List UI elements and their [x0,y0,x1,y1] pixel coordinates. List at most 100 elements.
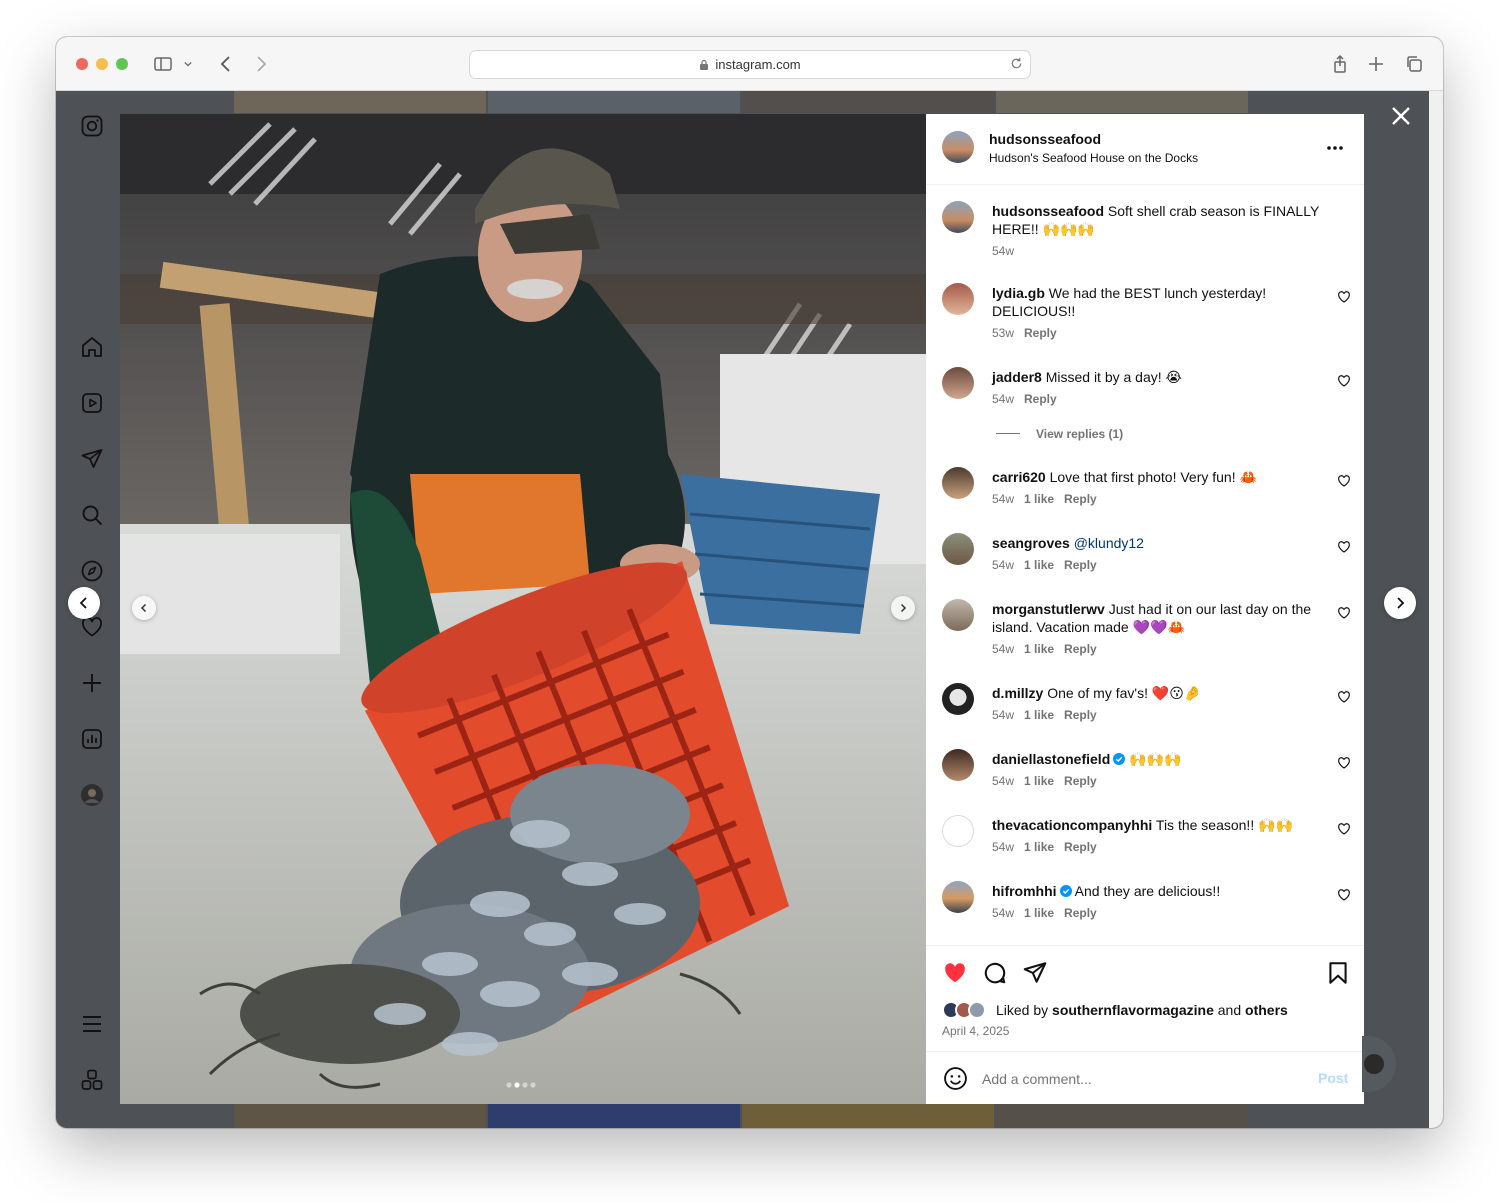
background-post-thumbnail[interactable] [234,91,486,113]
commenter-avatar[interactable] [942,599,974,631]
comment-username[interactable]: daniellastonefield [992,751,1110,767]
liked-by-avatars[interactable] [942,1000,994,1020]
comment-mention-link[interactable]: @klundy12 [1074,535,1144,551]
comment-username[interactable]: morganstutlerwv [992,601,1105,617]
liked-heart-icon[interactable] [942,960,968,986]
close-window-button[interactable] [76,58,88,70]
commenter-avatar[interactable] [942,683,974,715]
comment-username[interactable]: carri620 [992,469,1046,485]
comment-username[interactable]: thevacationcompanyhhi [992,817,1152,833]
messages-icon[interactable] [78,445,106,473]
sidebar-toggle-icon[interactable] [150,51,176,77]
like-comment-heart-icon[interactable] [1337,606,1351,620]
reply-button[interactable]: Reply [1064,558,1097,572]
reply-button[interactable]: Reply [1064,906,1097,920]
create-plus-icon[interactable] [78,669,106,697]
commenter-avatar[interactable] [942,367,974,399]
reply-button[interactable]: Reply [1064,642,1097,656]
reload-icon[interactable] [1009,56,1024,71]
like-comment-heart-icon[interactable] [1337,690,1351,704]
commenter-avatar[interactable] [942,749,974,781]
post-location[interactable]: Hudson's Seafood House on the Docks [989,151,1198,165]
like-comment-heart-icon[interactable] [1337,290,1351,304]
commenter-avatar[interactable] [942,467,974,499]
share-paper-plane-icon[interactable] [1022,960,1048,986]
back-arrow-icon[interactable] [213,51,239,77]
commenter-avatar[interactable] [942,881,974,913]
dashboard-icon[interactable] [78,725,106,753]
background-post-thumbnail[interactable] [742,91,994,113]
author-avatar[interactable] [942,131,974,163]
background-post-thumbnail[interactable] [488,1104,740,1128]
comment-bubble-icon[interactable] [982,960,1008,986]
comment-likes[interactable]: 1 like [1024,906,1054,920]
background-post-thumbnail[interactable] [488,91,740,113]
reply-button[interactable]: Reply [1064,708,1097,722]
reels-icon[interactable] [78,389,106,417]
close-modal-icon[interactable] [1390,105,1412,127]
commenter-avatar[interactable] [942,815,974,847]
caption-avatar[interactable] [942,201,974,233]
home-icon[interactable] [78,333,106,361]
add-comment-input[interactable] [980,1066,1284,1092]
comment-username[interactable]: d.millzy [992,685,1043,701]
save-bookmark-icon[interactable] [1325,960,1351,986]
comment-username[interactable]: hifromhhi [992,883,1057,899]
like-comment-heart-icon[interactable] [1337,888,1351,902]
reply-button[interactable]: Reply [1024,326,1057,340]
profile-avatar[interactable] [78,781,106,809]
post-date[interactable]: April 4, 2025 [942,1024,1009,1038]
address-bar[interactable]: instagram.com [469,50,1031,79]
liked-by-others-link[interactable]: others [1245,1002,1288,1018]
like-comment-heart-icon[interactable] [1337,822,1351,836]
commenter-avatar[interactable] [942,533,974,565]
emoji-picker-icon[interactable] [943,1066,968,1091]
next-post-button[interactable] [1384,587,1416,619]
liked-by-username[interactable]: southernflavormagazine [1052,1002,1214,1018]
more-apps-icon[interactable] [78,1066,106,1094]
background-post-thumbnail[interactable] [996,91,1248,113]
background-post-thumbnail[interactable] [742,1104,994,1128]
like-comment-heart-icon[interactable] [1337,374,1351,388]
page-scrollbar-track[interactable] [1429,91,1443,1128]
messages-floating-button[interactable] [1362,1036,1396,1092]
zoom-window-button[interactable] [116,58,128,70]
comment-username[interactable]: lydia.gb [992,285,1045,301]
more-options-icon[interactable] [1326,145,1344,151]
explore-icon[interactable] [78,557,106,585]
comment-likes[interactable]: 1 like [1024,642,1054,656]
menu-icon[interactable] [78,1010,106,1038]
background-post-thumbnail[interactable] [996,1104,1248,1128]
comment-likes[interactable]: 1 like [1024,774,1054,788]
carousel-next-button[interactable] [891,596,915,620]
previous-post-button[interactable] [68,587,100,619]
reply-button[interactable]: Reply [1024,392,1057,406]
comment-likes[interactable]: 1 like [1024,492,1054,506]
new-tab-plus-icon[interactable] [1363,51,1389,77]
post-comment-button[interactable]: Post [1318,1070,1348,1086]
caption-username[interactable]: hudsonsseafood [992,203,1104,219]
commenter-avatar[interactable] [942,283,974,315]
tab-overview-icon[interactable] [1401,51,1427,77]
search-icon[interactable] [78,501,106,529]
carousel-previous-button[interactable] [132,596,156,620]
share-icon[interactable] [1327,51,1353,77]
author-username[interactable]: hudsonsseafood [989,131,1101,147]
comment-username[interactable]: seangroves [992,535,1070,551]
chevron-down-icon[interactable] [180,51,196,77]
like-comment-heart-icon[interactable] [1337,540,1351,554]
comment-likes[interactable]: 1 like [1024,708,1054,722]
like-comment-heart-icon[interactable] [1337,756,1351,770]
minimize-window-button[interactable] [96,58,108,70]
reply-button[interactable]: Reply [1064,774,1097,788]
forward-arrow-icon[interactable] [248,51,274,77]
comment-username[interactable]: jadder8 [992,369,1042,385]
like-comment-heart-icon[interactable] [1337,474,1351,488]
comment-likes[interactable]: 1 like [1024,840,1054,854]
background-post-thumbnail[interactable] [234,1104,486,1128]
comment-likes[interactable]: 1 like [1024,558,1054,572]
instagram-logo-icon[interactable] [78,112,106,140]
reply-button[interactable]: Reply [1064,840,1097,854]
view-replies-button[interactable]: View replies (1) [1036,427,1123,441]
reply-button[interactable]: Reply [1064,492,1097,506]
